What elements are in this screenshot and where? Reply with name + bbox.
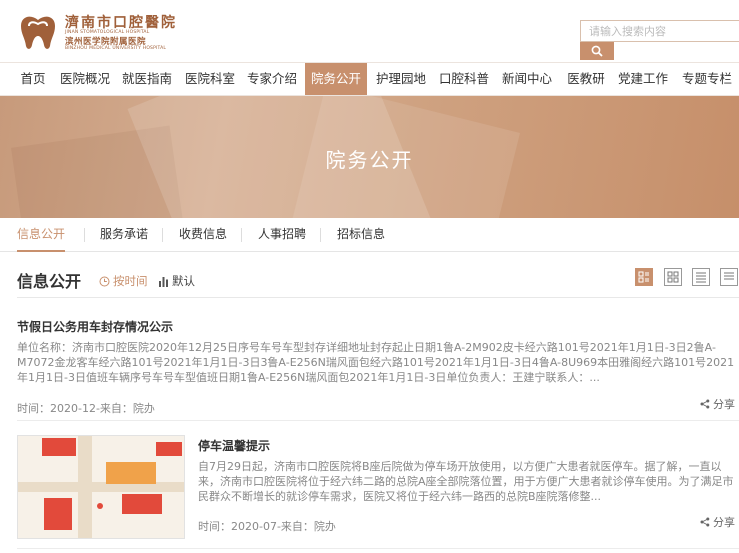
share-button[interactable]: 分享 [700,396,735,412]
view-grid-button[interactable] [664,268,682,286]
article-title[interactable]: 停车温馨提示 [198,437,270,454]
nav-item-departments[interactable]: 医院科室 [181,63,239,95]
tab-divider [241,228,242,242]
tab-service-promise[interactable]: 服务承诺 [100,218,148,252]
article-meta: 时间：2020-07-来自：院办 [198,520,336,533]
tooth-logo-icon [21,16,55,49]
divider [17,548,739,549]
tab-recruitment[interactable]: 人事招聘 [258,218,306,252]
article-summary: 自7月29日起，济南市口腔医院将B座后院做为停车场开放使用，以方便广大患者就医停… [198,460,734,503]
article-summary: 单位名称：济南市口腔医院2020年12月25日序号车号车型封存详细地址封存起止日… [17,341,735,384]
share-icon [700,517,710,527]
share-icon [700,399,710,409]
tab-bidding[interactable]: 招标信息 [337,218,385,252]
parking-map-image [18,436,184,538]
tab-info-public[interactable]: 信息公开 [17,218,66,252]
sort-by-time[interactable]: 按时间 [99,273,148,289]
tab-divider [320,228,321,242]
hospital-logo[interactable]: 濟南市口腔醫院 JINAN STOMATOLOGICAL HOSPITAL 滨州… [17,12,197,52]
view-list-button[interactable] [692,268,710,286]
sub-tabs: 信息公开 服务承诺 收费信息 人事招聘 招标信息 [0,218,739,252]
nav-item-experts[interactable]: 专家介绍 [243,63,301,95]
search-button[interactable] [580,42,614,60]
divider [17,297,739,298]
logo-subtitle-en: BINZHOU MEDICAL UNIVERSITY HOSPITAL [65,46,167,51]
tab-divider [84,228,85,242]
share-label: 分享 [713,516,735,529]
search-input[interactable] [580,20,739,42]
bar-chart-icon [159,276,168,287]
share-button[interactable]: 分享 [700,514,735,530]
view-detail-list-button[interactable] [720,268,738,286]
page-banner: 院务公开 [0,96,739,218]
sort-time-label: 按时间 [113,274,148,288]
divider [17,420,739,421]
nav-item-special[interactable]: 专题专栏 [678,63,736,95]
nav-item-science[interactable]: 口腔科普 [435,63,493,95]
tab-divider [162,228,163,242]
nav-item-party[interactable]: 党建工作 [614,63,672,95]
article-title[interactable]: 节假日公务用车封存情况公示 [17,318,173,335]
nav-item-education[interactable]: 医教研 [561,63,611,95]
nav-item-guide[interactable]: 就医指南 [118,63,176,95]
banner-title: 院务公开 [325,148,414,172]
clock-icon [99,276,110,286]
tab-fees[interactable]: 收费信息 [179,218,227,252]
list-image-icon [638,271,649,283]
article-thumbnail[interactable] [17,435,185,539]
nav-item-affairs[interactable]: 院务公开 [305,63,367,95]
nav-item-overview[interactable]: 医院概况 [56,63,114,95]
search-icon [591,45,603,57]
section-title: 信息公开 [17,272,82,291]
view-list-image-button[interactable] [635,268,653,286]
sort-default[interactable]: 默认 [158,273,195,289]
nav-item-home[interactable]: 首页 [14,63,52,95]
sort-default-label: 默认 [172,274,195,288]
nav-item-news[interactable]: 新闻中心 [498,63,556,95]
detail-list-icon [724,272,734,280]
list-icon [696,272,706,283]
article-meta: 时间：2020-12-来自：院办 [17,402,155,415]
nav-item-nursing[interactable]: 护理园地 [372,63,430,95]
share-label: 分享 [713,398,735,411]
site-header: 濟南市口腔醫院 JINAN STOMATOLOGICAL HOSPITAL 滨州… [0,0,739,62]
grid-icon [667,271,679,283]
logo-title-cn: 濟南市口腔醫院 [65,15,177,31]
main-nav: 首页 医院概况 就医指南 医院科室 专家介绍 院务公开 护理园地 口腔科普 新闻… [0,62,739,96]
